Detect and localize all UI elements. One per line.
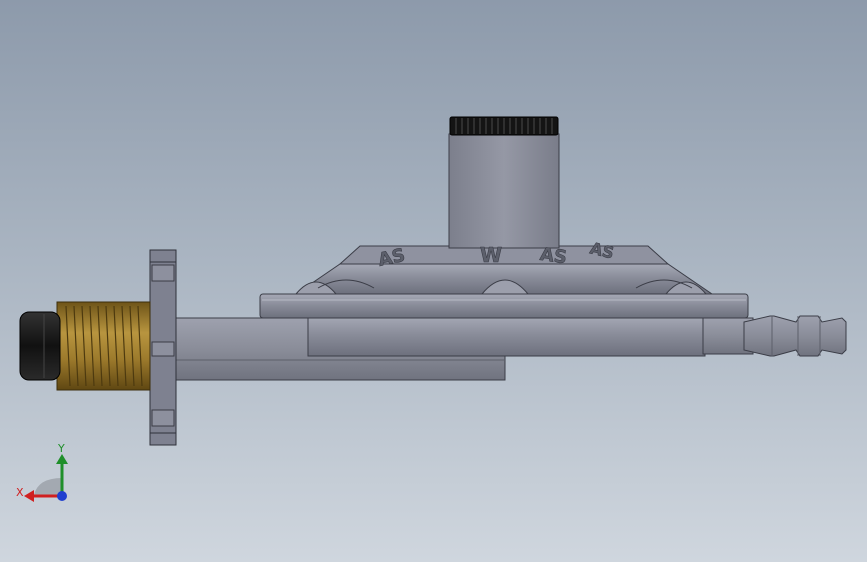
regulator-model[interactable]: AS W AS AS — [0, 0, 867, 562]
embossed-text-2: W — [480, 243, 502, 267]
regulator-lower-body — [307, 315, 706, 357]
triad-plane — [34, 478, 62, 495]
hose-barb — [743, 315, 847, 357]
regulator-body-rim — [259, 293, 749, 319]
rubber-end-cap — [19, 311, 61, 381]
adjustment-stem — [448, 133, 560, 249]
embossed-text-3: AS — [539, 244, 569, 269]
z-axis-dot — [57, 491, 67, 501]
3d-viewport[interactable]: AS W AS AS X Y — [0, 0, 867, 562]
brass-threaded-connector — [56, 301, 151, 391]
y-axis-label: Y — [58, 442, 65, 455]
x-axis-label: X — [16, 486, 24, 499]
coordinate-triad — [24, 454, 68, 502]
